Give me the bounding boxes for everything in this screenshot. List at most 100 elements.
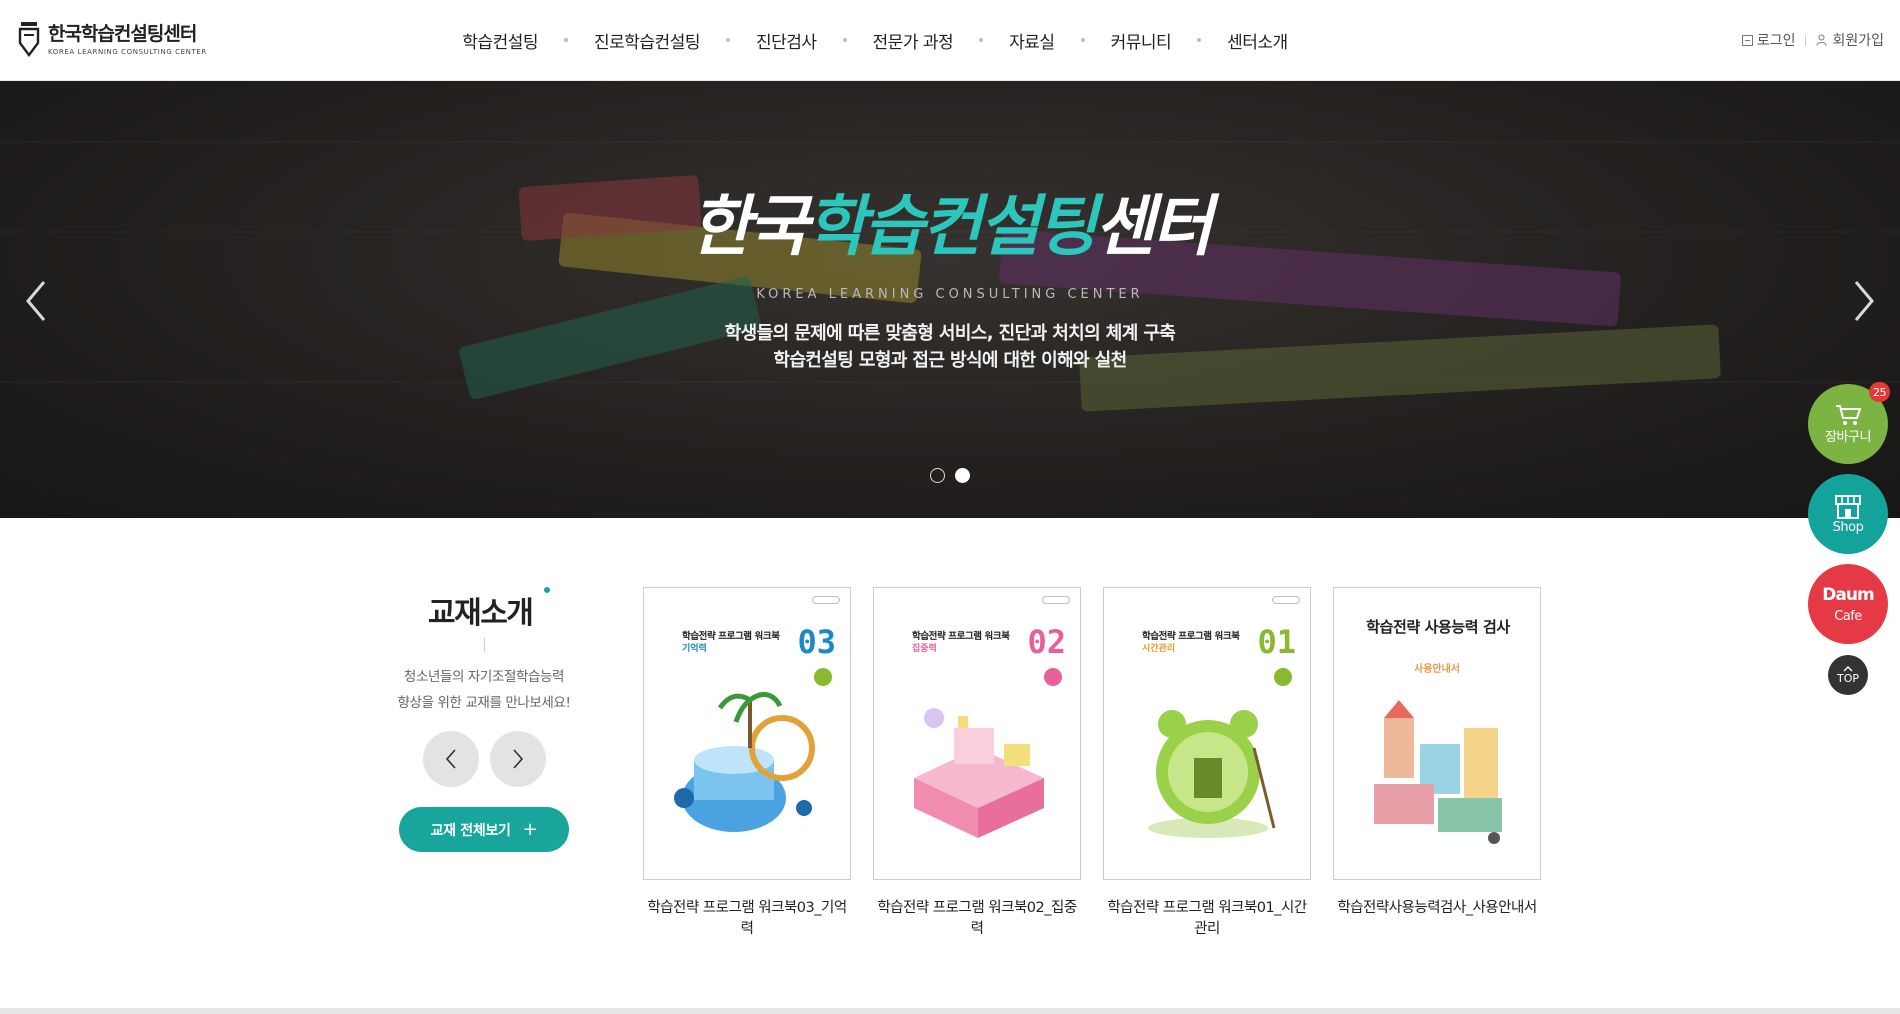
cover-number: 02	[1027, 623, 1066, 661]
logo-text: 한국학습컨설팅센터 KOREA LEARNING CONSULTING CENT…	[48, 23, 207, 56]
user-icon	[1816, 34, 1827, 46]
hero-line-2: 학습컨설팅 모형과 접근 방식에 대한 이해와 실천	[773, 350, 1127, 371]
nav-separator	[979, 38, 984, 42]
book-cover[interactable]: 학습전략 프로그램 워크북 집중력 02	[873, 587, 1081, 880]
hero-prev-arrow-icon[interactable]	[22, 278, 52, 324]
hero-next-arrow-icon[interactable]	[1848, 278, 1878, 324]
book-card[interactable]: 학습전략 사용능력 검사 사용안내서 학습전략사용능력검사_사용안내서	[1333, 587, 1541, 919]
view-all-books-button[interactable]: 교재 전체보기 +	[399, 807, 569, 852]
nav-item-about[interactable]: 센터소개	[1223, 28, 1292, 53]
nav-item-career-consulting[interactable]: 진로학습컨설팅	[590, 28, 704, 53]
cover-illustration	[1148, 710, 1276, 838]
join-label: 회원가입	[1832, 33, 1884, 49]
login-label: 로그인	[1756, 33, 1796, 49]
shop-quick-button[interactable]: Shop	[1808, 474, 1888, 554]
book-title[interactable]: 학습전략 프로그램 워크북02_집중력	[873, 898, 1081, 940]
shop-label: Shop	[1832, 519, 1864, 535]
cover-illustration	[674, 692, 815, 832]
chevron-right-icon	[513, 749, 524, 769]
cart-label: 장바구니	[1825, 429, 1871, 445]
util-separator	[1805, 34, 1807, 46]
cover-subtitle: 기억력	[682, 644, 707, 654]
cover-title: 학습전략 프로그램 워크북	[1142, 631, 1240, 642]
hero-slider: 한국학습컨설팅센터 KOREA LEARNING CONSULTING CENT…	[0, 81, 1900, 518]
login-icon	[1741, 34, 1753, 46]
title-divider	[484, 638, 485, 652]
cover-illustration	[914, 708, 1044, 838]
cafe-quick-button[interactable]: Daum Cafe	[1808, 564, 1888, 644]
section-desc-line-1: 청소년들의 자기조절학습능력	[403, 669, 565, 685]
section-description: 청소년들의 자기조절학습능력 향상을 위한 교재를 만나보세요!	[370, 664, 598, 716]
nav-item-expert-course[interactable]: 전문가 과정	[869, 28, 958, 53]
hero-dot-2[interactable]	[955, 468, 970, 483]
cart-count-badge: 25	[1869, 382, 1890, 402]
daum-logo: Daum	[1822, 584, 1874, 605]
view-all-label: 교재 전체보기	[430, 822, 511, 839]
site-header: 한국학습컨설팅센터 KOREA LEARNING CONSULTING CENT…	[0, 0, 1900, 81]
section-desc-line-2: 향상을 위한 교재를 만나보세요!	[397, 695, 571, 711]
cover-subtitle: 사용안내서	[1414, 664, 1460, 675]
login-link[interactable]: 로그인	[1741, 30, 1796, 50]
scroll-top-button[interactable]: TOP	[1828, 655, 1868, 695]
hero-line-1: 학생들의 문제에 따른 맞춤형 서비스, 진단과 처치의 체계 구축	[724, 323, 1176, 344]
section-title: 교재소개	[428, 596, 534, 631]
cover-badge	[1044, 668, 1062, 686]
hero-title: 한국학습컨설팅센터	[0, 173, 1900, 269]
book-title[interactable]: 학습전략 프로그램 워크북03_기억력	[643, 898, 851, 940]
page: 한국학습컨설팅센터 KOREA LEARNING CONSULTING CENT…	[0, 0, 1900, 1014]
cover-number: 03	[797, 623, 836, 661]
logo-english: KOREA LEARNING CONSULTING CENTER	[48, 47, 207, 56]
cover-subtitle: 집중력	[912, 644, 937, 654]
cover-subtitle: 시간관리	[1142, 644, 1176, 654]
nav-item-learning-consulting[interactable]: 학습컨설팅	[458, 28, 542, 53]
cover-tag	[812, 596, 840, 604]
nav-item-community[interactable]: 커뮤니티	[1107, 28, 1176, 53]
nav-separator	[1197, 38, 1202, 42]
main-nav: 학습컨설팅 진로학습컨설팅 진단검사 전문가 과정 자료실 커뮤니티 센터소개	[0, 0, 1900, 80]
cafe-label: Cafe	[1834, 608, 1862, 624]
cover-number: 01	[1257, 623, 1296, 661]
cover-title: 학습전략 프로그램 워크북	[682, 631, 780, 642]
book-cover[interactable]: 학습전략 프로그램 워크북 기억력 03	[643, 587, 851, 880]
cover-badge	[814, 668, 832, 686]
util-menu: 로그인 회원가입	[1741, 30, 1884, 50]
logo-korean: 한국학습컨설팅센터	[48, 22, 197, 45]
cart-icon	[1836, 404, 1862, 425]
nav-item-diagnosis[interactable]: 진단검사	[752, 28, 821, 53]
hero-title-accent: 학습컨설팅	[805, 187, 1098, 265]
cover-badge	[1274, 668, 1292, 686]
cover-title: 학습전략 프로그램 워크북	[912, 631, 1010, 642]
hero-title-part: 센터	[1094, 187, 1212, 265]
nav-item-resources[interactable]: 자료실	[1005, 28, 1058, 53]
book-cover[interactable]: 학습전략 프로그램 워크북 시간관리 01	[1103, 587, 1311, 880]
nav-separator	[842, 38, 847, 42]
cover-title: 학습전략 사용능력 검사	[1366, 618, 1510, 636]
nav-separator	[725, 38, 730, 42]
hero-title-part: 한국	[690, 187, 808, 265]
hero-dot-1[interactable]	[930, 468, 945, 483]
book-title[interactable]: 학습전략사용능력검사_사용안내서	[1333, 898, 1541, 919]
book-card[interactable]: 학습전략 프로그램 워크북 집중력 02 학습전략 프로그램 워크북02_집중력	[873, 587, 1081, 940]
cover-tag	[1042, 596, 1070, 604]
hero-subtitle-en: KOREA LEARNING CONSULTING CENTER	[756, 287, 1144, 302]
footer-edge	[0, 1008, 1900, 1014]
shop-storefront-icon	[1835, 494, 1861, 519]
books-next-button[interactable]	[490, 731, 546, 787]
book-card[interactable]: 학습전략 프로그램 워크북 기억력 03 학습전략 프로그램 워크북03_기억력	[643, 587, 851, 940]
title-accent-dot	[544, 587, 550, 593]
chevron-left-icon	[445, 749, 456, 769]
cover-illustration	[1374, 700, 1502, 844]
nav-separator	[1080, 38, 1085, 42]
nav-separator	[564, 38, 568, 42]
cart-quick-button[interactable]: 장바구니 25	[1808, 382, 1890, 464]
books-prev-button[interactable]	[423, 731, 479, 787]
join-link[interactable]: 회원가입	[1816, 30, 1884, 50]
hero-pagination	[0, 468, 1900, 483]
logo-pencil-icon	[18, 22, 40, 57]
top-label: TOP	[1836, 671, 1859, 685]
book-cover[interactable]: 학습전략 사용능력 검사 사용안내서	[1333, 587, 1541, 880]
book-title[interactable]: 학습전략 프로그램 워크북01_시간관리	[1103, 898, 1311, 940]
book-card[interactable]: 학습전략 프로그램 워크북 시간관리 01 학습전략 프로그램 워크북01_시간…	[1103, 587, 1311, 940]
site-logo[interactable]: 한국학습컨설팅센터 KOREA LEARNING CONSULTING CENT…	[18, 20, 207, 58]
cover-tag	[1272, 596, 1300, 604]
